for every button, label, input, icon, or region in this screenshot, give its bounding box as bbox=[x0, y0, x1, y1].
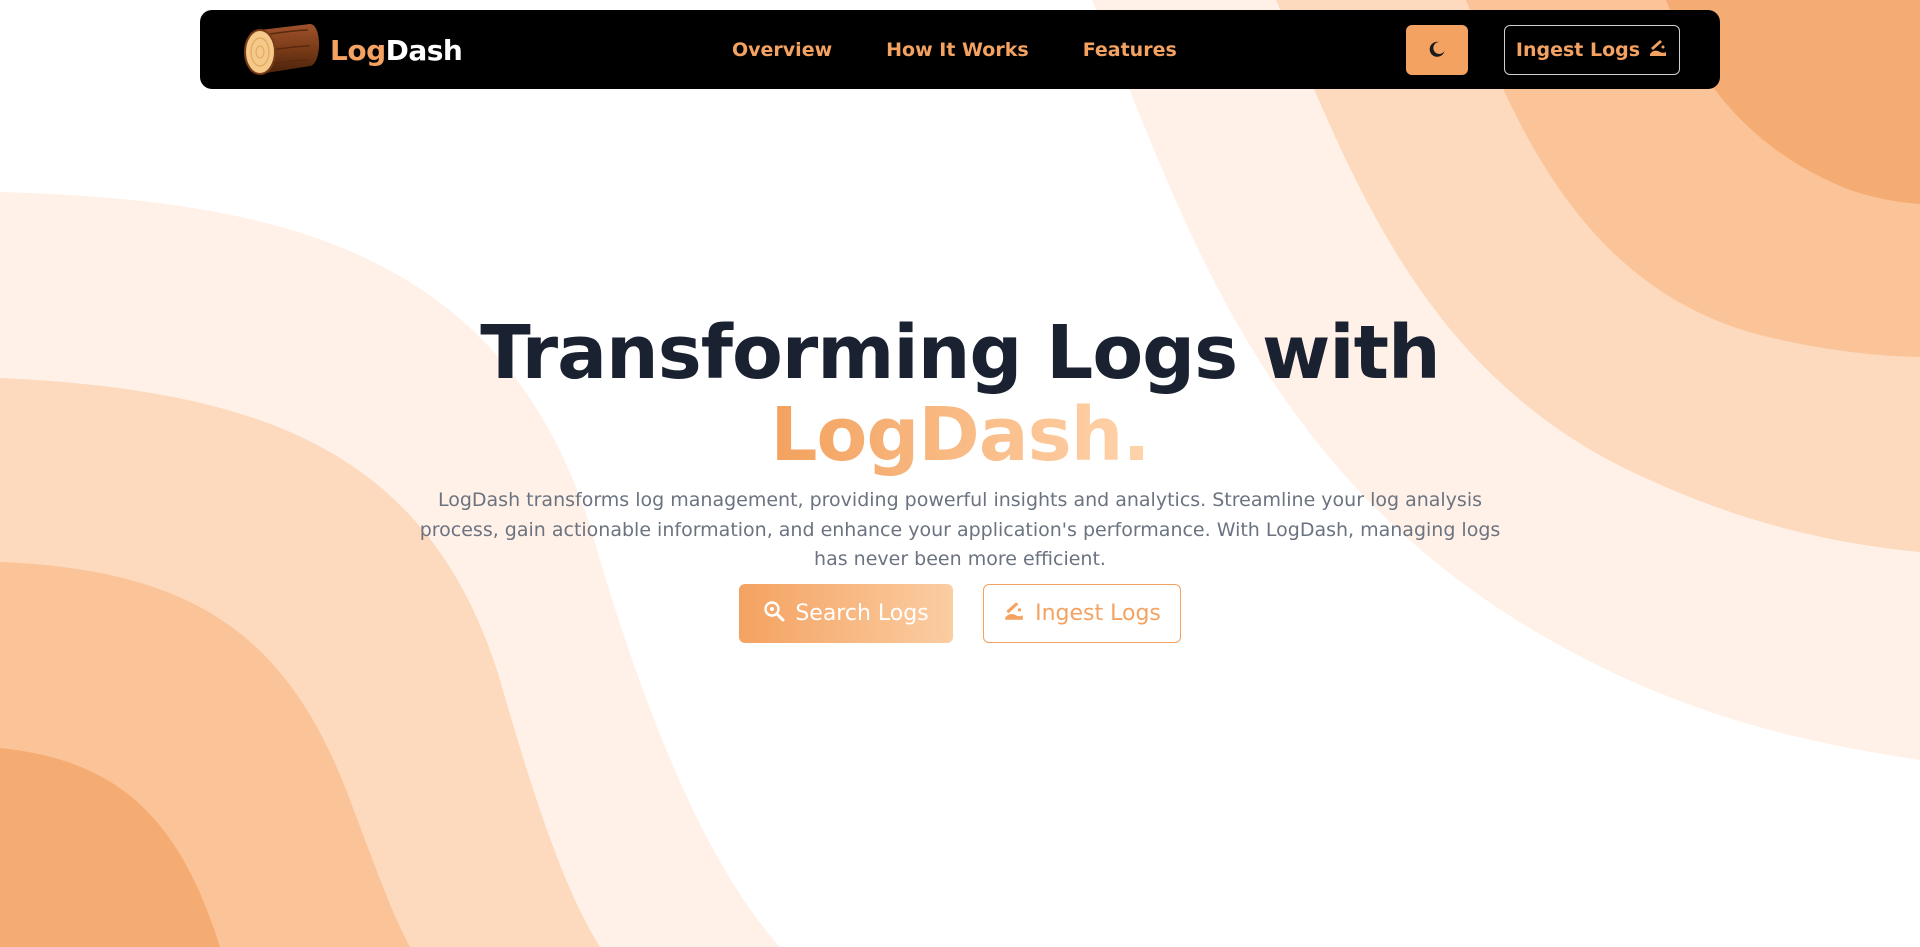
brand-log: Log bbox=[330, 33, 386, 67]
search-logs-label: Search Logs bbox=[795, 601, 929, 626]
brand-name: LogDash bbox=[330, 33, 463, 67]
log-sawing-icon bbox=[1003, 600, 1025, 628]
nav-ingest-logs-button[interactable]: Ingest Logs bbox=[1504, 25, 1680, 75]
nav-link-features[interactable]: Features bbox=[1083, 39, 1177, 61]
nav-links: Overview How It Works Features bbox=[732, 10, 1231, 89]
brand-dash: Dash bbox=[385, 33, 463, 67]
moon-icon bbox=[1428, 40, 1446, 61]
magnifier-icon bbox=[763, 600, 785, 628]
brand[interactable]: LogDash bbox=[240, 20, 463, 80]
search-logs-button[interactable]: Search Logs bbox=[739, 584, 953, 643]
top-navbar: LogDash Overview How It Works Features I… bbox=[200, 10, 1720, 89]
hero-section: Transforming Logs with LogDash. LogDash … bbox=[0, 0, 1920, 947]
hero-title-accent-text: LogDash. bbox=[770, 392, 1150, 478]
nav-link-overview[interactable]: Overview bbox=[732, 39, 832, 61]
nav-link-how-it-works[interactable]: How It Works bbox=[886, 39, 1029, 61]
log-sawing-icon bbox=[1648, 38, 1668, 63]
ingest-logs-label: Ingest Logs bbox=[1035, 601, 1161, 626]
hero-title: Transforming Logs with bbox=[480, 310, 1440, 396]
theme-toggle-button[interactable] bbox=[1406, 25, 1468, 75]
nav-ingest-logs-label: Ingest Logs bbox=[1515, 39, 1641, 61]
hero-title-accent: LogDash. bbox=[0, 394, 1920, 476]
ingest-logs-button[interactable]: Ingest Logs bbox=[983, 584, 1181, 643]
wood-log-logo-icon bbox=[240, 20, 324, 80]
hero-description: LogDash transforms log management, provi… bbox=[419, 489, 1501, 570]
